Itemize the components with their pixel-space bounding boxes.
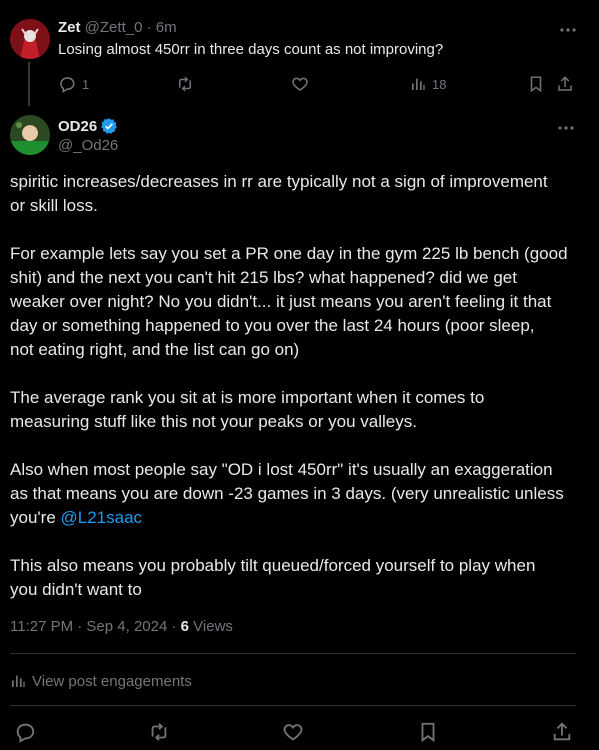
post-paragraph: For example lets say you set a PR one da…: [10, 244, 568, 359]
post-avatar[interactable]: [10, 115, 50, 155]
share-icon: [556, 75, 574, 93]
post-paragraph: This also means you probably tilt queued…: [10, 556, 536, 599]
post-reply-button[interactable]: [14, 720, 36, 744]
like-icon: [291, 75, 309, 93]
post-meta: 11:27 PM · Sep 4, 2024 · 6 Views: [10, 618, 233, 635]
reply-repost-button[interactable]: [175, 73, 195, 95]
view-engagements-label: View post engagements: [32, 672, 192, 690]
parent-reply[interactable]: Zet @Zett_0 · 6m Losing almost 450rr in …: [0, 0, 599, 106]
repost-icon: [147, 721, 171, 743]
reply-more-icon[interactable]: [558, 20, 578, 40]
post-author-name-text: OD26: [58, 117, 98, 135]
divider: [10, 653, 576, 654]
reply-avatar[interactable]: [10, 19, 50, 59]
view-engagements-link[interactable]: View post engagements: [10, 670, 192, 692]
reply-author-handle[interactable]: @Zett_0: [85, 19, 143, 36]
reply-actions: 1 18: [58, 73, 583, 95]
post-timestamp[interactable]: 11:27 PM · Sep 4, 2024: [10, 618, 167, 635]
post-paragraph: The average rank you sit at is more impo…: [10, 388, 485, 431]
reply-reply-button[interactable]: 1: [58, 73, 89, 95]
post-views-label: Views: [189, 618, 233, 635]
reply-time[interactable]: 6m: [156, 19, 177, 36]
post-author-handle[interactable]: @_Od26: [58, 137, 118, 154]
bookmark-icon: [527, 75, 545, 93]
reply-author-name[interactable]: Zet: [58, 19, 81, 36]
share-icon: [551, 721, 573, 743]
views-icon: [410, 76, 426, 92]
post-bookmark-button[interactable]: [417, 720, 439, 744]
post-author: OD26 @_Od26: [10, 115, 589, 159]
repost-icon: [175, 75, 195, 93]
reply-like-button[interactable]: [291, 73, 309, 95]
reply-separator: ·: [142, 19, 156, 36]
meta-separator: ·: [167, 618, 181, 635]
reply-bookmark-button[interactable]: [527, 73, 545, 95]
reply-reply-count: 1: [82, 76, 90, 92]
reply-text: Losing almost 450rr in three days count …: [58, 41, 444, 58]
post-like-button[interactable]: [282, 720, 304, 744]
reply-icon: [14, 721, 36, 743]
reply-share-button[interactable]: [556, 73, 574, 95]
mention-link[interactable]: @L21saac: [61, 508, 143, 527]
views-icon: [10, 673, 32, 689]
post-share-button[interactable]: [551, 720, 573, 744]
verified-icon[interactable]: [100, 117, 118, 135]
post-body: spiritic increases/decreases in rr are t…: [10, 170, 589, 626]
post-paragraph-with-mention: Also when most people say "OD i lost 450…: [10, 458, 589, 530]
reply-header: Zet @Zett_0 · 6m: [58, 19, 177, 36]
post-more-icon[interactable]: [556, 118, 576, 138]
thread-line: [28, 62, 30, 106]
post-paragraph: spiritic increases/decreases in rr are t…: [10, 172, 548, 215]
bookmark-icon: [417, 721, 439, 743]
reply-view-count: 18: [432, 76, 447, 92]
divider: [10, 705, 576, 706]
like-icon: [282, 721, 304, 743]
reply-views-button[interactable]: 18: [410, 73, 446, 95]
post-repost-button[interactable]: [147, 720, 171, 744]
reply-icon: [58, 75, 76, 93]
post-views-count: 6: [180, 618, 190, 635]
post-actions: [14, 720, 574, 744]
post-author-name[interactable]: OD26: [58, 117, 118, 135]
